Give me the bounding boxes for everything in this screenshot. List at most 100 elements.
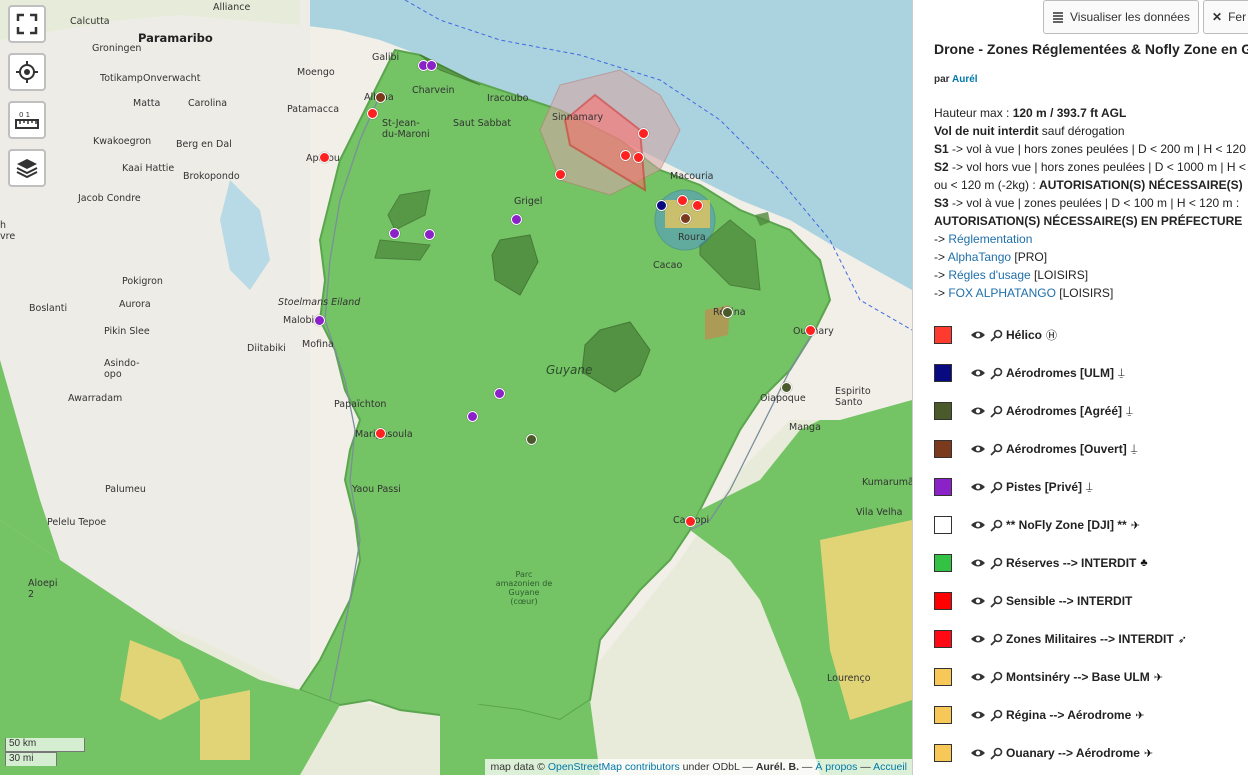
marker-helico[interactable] bbox=[620, 150, 631, 161]
close-button[interactable]: ✕ Fer bbox=[1203, 0, 1248, 34]
zoom-to-icon[interactable] bbox=[990, 443, 1003, 456]
marker-helico[interactable] bbox=[367, 108, 378, 119]
helicopter-icon: Ⓗ bbox=[1046, 330, 1058, 342]
accueil-link[interactable]: Accueil bbox=[873, 761, 907, 773]
layer-row[interactable]: Zones Militaires --> INTERDIT ➶ bbox=[934, 620, 1187, 658]
zoom-to-icon[interactable] bbox=[990, 671, 1003, 684]
eye-icon[interactable] bbox=[970, 444, 986, 454]
alphatango-link[interactable]: AlphaTango bbox=[948, 250, 1011, 264]
marker-helico[interactable] bbox=[685, 516, 696, 527]
zoom-to-icon[interactable] bbox=[990, 405, 1003, 418]
marker-helico[interactable] bbox=[375, 428, 386, 439]
eye-icon[interactable] bbox=[970, 482, 986, 492]
layer-row[interactable]: Ouanary --> Aérodrome ✈ bbox=[934, 734, 1187, 772]
tree-icon: ♣ bbox=[1140, 557, 1148, 569]
marker-aerodrome-agree[interactable] bbox=[781, 382, 792, 393]
marker-aerodrome-ouvert[interactable] bbox=[680, 213, 691, 224]
layer-row[interactable]: Aérodromes [ULM] ⍊ bbox=[934, 354, 1187, 392]
marker-aerodrome-agree[interactable] bbox=[526, 434, 537, 445]
layer-row[interactable]: Régina --> Aérodrome ✈ bbox=[934, 696, 1187, 734]
marker-piste-privee[interactable] bbox=[467, 411, 478, 422]
marker-helico[interactable] bbox=[555, 169, 566, 180]
marker-aerodrome-agree[interactable] bbox=[722, 307, 733, 318]
layers-button[interactable] bbox=[8, 149, 46, 187]
layers-icon bbox=[16, 159, 38, 179]
reglementation-link[interactable]: Réglementation bbox=[948, 232, 1032, 246]
marker-helico[interactable] bbox=[319, 152, 330, 163]
link4-prefix: -> bbox=[934, 286, 949, 300]
layer-row[interactable]: ** NoFly Zone [DJI] ** ✈ bbox=[934, 506, 1187, 544]
s2-text: -> vol hors vue | hors zones peulées | D… bbox=[948, 160, 1248, 174]
locate-button[interactable] bbox=[8, 53, 46, 91]
zoom-to-icon[interactable] bbox=[990, 481, 1003, 494]
label-galibi: Galibi bbox=[372, 52, 400, 63]
eye-icon[interactable] bbox=[970, 558, 986, 568]
marker-piste-privee[interactable] bbox=[511, 214, 522, 225]
author-link[interactable]: Aurél bbox=[952, 74, 978, 85]
layer-row[interactable]: Hélico Ⓗ bbox=[934, 316, 1187, 354]
layer-row[interactable]: Réserves --> INTERDIT ♣ bbox=[934, 544, 1187, 582]
layer-name: Zones Militaires --> INTERDIT bbox=[1006, 632, 1174, 646]
eye-icon[interactable] bbox=[970, 520, 986, 530]
marker-piste-privee[interactable] bbox=[314, 315, 325, 326]
eye-icon[interactable] bbox=[970, 596, 986, 606]
zoom-to-icon[interactable] bbox=[990, 595, 1003, 608]
label-edge: h vre bbox=[0, 220, 16, 242]
fullscreen-button[interactable] bbox=[8, 5, 46, 43]
marker-helico[interactable] bbox=[805, 325, 816, 336]
label-charvein: Charvein bbox=[412, 85, 455, 96]
regles-usage-link[interactable]: Régles d'usage bbox=[948, 268, 1030, 282]
osm-link[interactable]: OpenStreetMap contributors bbox=[548, 761, 680, 773]
zoom-to-icon[interactable] bbox=[990, 557, 1003, 570]
eye-icon[interactable] bbox=[970, 710, 986, 720]
marker-helico[interactable] bbox=[638, 128, 649, 139]
apropos-link[interactable]: À propos bbox=[815, 761, 857, 773]
map-view[interactable]: Calcutta Alliance Paramaribo Groningen T… bbox=[0, 0, 912, 775]
scale-km: 50 km bbox=[5, 738, 85, 752]
label-palumeu: Palumeu bbox=[105, 484, 146, 495]
eye-icon[interactable] bbox=[970, 634, 986, 644]
view-data-button[interactable]: Visualiser les données bbox=[1043, 0, 1199, 34]
eye-icon[interactable] bbox=[970, 406, 986, 416]
layer-row[interactable]: Aérodromes [Ouvert] ⍊ bbox=[934, 430, 1187, 468]
marker-piste-privee[interactable] bbox=[426, 60, 437, 71]
measure-button[interactable]: 0 1 bbox=[8, 101, 46, 139]
layer-row[interactable]: Pistes [Privé] ⍊ bbox=[934, 468, 1187, 506]
s2-bold: AUTORISATION(S) NÉCESSAIRE(S) bbox=[1039, 178, 1243, 192]
marker-aerodrome-ulm[interactable] bbox=[656, 200, 667, 211]
drone-icon: ✈ bbox=[1130, 519, 1140, 532]
eye-icon[interactable] bbox=[970, 330, 986, 340]
fox-alphatango-link[interactable]: FOX ALPHATANGO bbox=[948, 286, 1056, 300]
layer-row[interactable]: Aérodromes [Agréé] ⍊ bbox=[934, 392, 1187, 430]
layer-row[interactable]: Sensible --> INTERDIT bbox=[934, 582, 1187, 620]
label-alliance: Alliance bbox=[213, 2, 251, 13]
label-saut-sabbat: Saut Sabbat bbox=[453, 118, 512, 129]
marker-aerodrome-ouvert[interactable] bbox=[375, 92, 386, 103]
marker-piste-privee[interactable] bbox=[389, 228, 400, 239]
layer-row[interactable]: Montsinéry --> Base ULM ✈ bbox=[934, 658, 1187, 696]
zoom-to-icon[interactable] bbox=[990, 367, 1003, 380]
byline-prefix: par bbox=[934, 74, 950, 85]
marker-helico[interactable] bbox=[633, 152, 644, 163]
close-icon: ✕ bbox=[1212, 10, 1223, 24]
zoom-to-icon[interactable] bbox=[990, 519, 1003, 532]
link2-prefix: -> bbox=[934, 250, 948, 264]
link2-suffix: [PRO] bbox=[1011, 250, 1048, 264]
layer-name: Aérodromes [ULM] bbox=[1006, 366, 1115, 380]
eye-icon[interactable] bbox=[970, 748, 986, 758]
label-papaichton: Papaïchton bbox=[334, 399, 387, 410]
marker-helico[interactable] bbox=[677, 195, 688, 206]
marker-piste-privee[interactable] bbox=[494, 388, 505, 399]
marker-helico[interactable] bbox=[692, 200, 703, 211]
zoom-to-icon[interactable] bbox=[990, 709, 1003, 722]
s1-label: S1 bbox=[934, 142, 949, 156]
description: Hauteur max : 120 m / 393.7 ft AGL Vol d… bbox=[934, 104, 1248, 302]
eye-icon[interactable] bbox=[970, 672, 986, 682]
zoom-to-icon[interactable] bbox=[990, 633, 1003, 646]
eye-icon[interactable] bbox=[970, 368, 986, 378]
link3-prefix: -> bbox=[934, 268, 949, 282]
zoom-to-icon[interactable] bbox=[990, 747, 1003, 760]
s3-bold: AUTORISATION(S) NÉCESSAIRE(S) EN PRÉFECT… bbox=[934, 214, 1243, 228]
zoom-to-icon[interactable] bbox=[990, 329, 1003, 342]
marker-piste-privee[interactable] bbox=[424, 229, 435, 240]
